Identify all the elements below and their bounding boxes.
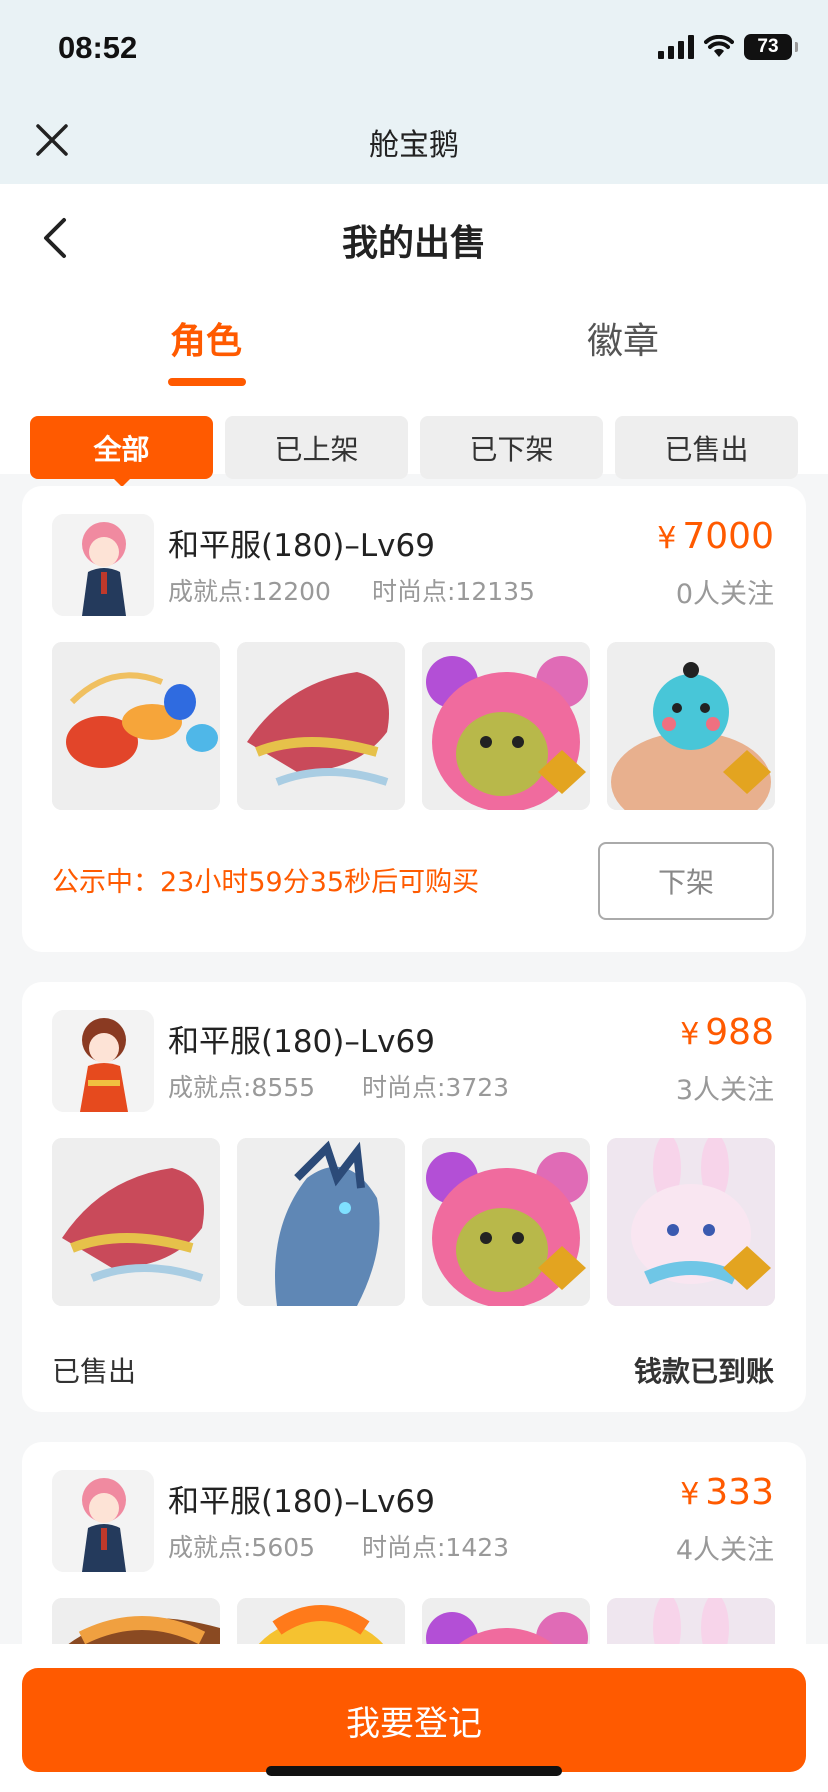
price-value: 988 <box>705 1012 774 1053</box>
bunny-pet-thumbnail[interactable] <box>607 1138 775 1306</box>
filter-delisted[interactable]: 已下架 <box>420 416 603 479</box>
listing-price: ¥7000 <box>657 516 774 557</box>
achievement-points: 成就点:5605 <box>168 1533 316 1562</box>
listing-price: ¥333 <box>680 1472 774 1513</box>
active-tab-indicator <box>168 378 246 386</box>
item-thumbnails <box>52 1138 775 1306</box>
status-time: 08:52 <box>58 30 138 65</box>
page-header: 我的出售 角色 徽章 全部 已上架 已下架 已售出 <box>0 184 828 487</box>
filter-all[interactable]: 全部 <box>30 416 213 487</box>
app-chrome: 08:52 73 舱宝鹅 <box>0 0 828 184</box>
pink-bear-pet-thumbnail[interactable] <box>422 1138 590 1306</box>
dragon-mount-thumbnail[interactable] <box>237 642 405 810</box>
blue-bird-pet-thumbnail[interactable] <box>607 642 775 810</box>
fashion-points: 时尚点:1423 <box>362 1533 510 1562</box>
dragon-mount-thumbnail[interactable] <box>52 1138 220 1306</box>
achievement-points: 成就点:12200 <box>168 577 331 606</box>
character-avatar <box>52 1010 154 1112</box>
listing-title: 和平服(180)–Lv69 <box>168 1024 435 1060</box>
currency-symbol: ¥ <box>657 521 677 556</box>
character-avatar <box>52 514 154 616</box>
goldfish-mount-thumbnail[interactable] <box>52 642 220 810</box>
listing-price: ¥988 <box>680 1012 774 1053</box>
filter-sold[interactable]: 已售出 <box>615 416 798 479</box>
battery-icon: 73 <box>744 34 798 60</box>
public-notice-countdown: 公示中：23小时59分35秒后可购买 <box>52 867 480 898</box>
payment-status: 钱款已到账 <box>633 1355 774 1388</box>
fashion-points: 时尚点:12135 <box>372 577 535 606</box>
sold-status: 已售出 <box>52 1355 137 1388</box>
listing-title: 和平服(180)–Lv69 <box>168 1484 435 1520</box>
signal-icon <box>658 35 694 59</box>
mini-app-title: 舱宝鹅 <box>369 128 459 163</box>
price-value: 7000 <box>682 516 774 557</box>
price-value: 333 <box>705 1472 774 1513</box>
pink-bear-pet-thumbnail[interactable] <box>422 642 590 810</box>
ice-horse-mount-thumbnail[interactable] <box>237 1138 405 1306</box>
battery-level: 73 <box>757 36 779 57</box>
fashion-points: 时尚点:3723 <box>362 1073 510 1102</box>
page-title: 我的出售 <box>341 223 486 264</box>
follower-count: 0人关注 <box>675 579 774 610</box>
follower-count: 4人关注 <box>675 1535 774 1566</box>
character-avatar <box>52 1470 154 1572</box>
currency-symbol: ¥ <box>680 1477 700 1512</box>
listing-title: 和平服(180)–Lv69 <box>168 528 435 564</box>
tab-badge[interactable]: 徽章 <box>587 312 659 364</box>
home-indicator[interactable] <box>266 1766 562 1776</box>
wifi-icon <box>704 35 734 57</box>
follower-count: 3人关注 <box>675 1075 774 1106</box>
achievement-points: 成就点:8555 <box>168 1073 316 1102</box>
tab-role[interactable]: 角色 <box>170 312 242 364</box>
filter-listed[interactable]: 已上架 <box>225 416 408 479</box>
register-button[interactable]: 我要登记 <box>22 1668 806 1772</box>
status-icons: 73 <box>658 34 798 60</box>
currency-symbol: ¥ <box>680 1017 700 1052</box>
listing-card[interactable]: 和平服(180)–Lv69 成就点:12200 时尚点:12135 ¥7000 … <box>22 486 806 952</box>
listing-card[interactable]: 和平服(180)–Lv69 成就点:8555 时尚点:3723 ¥988 3人关… <box>22 982 806 1412</box>
delist-button[interactable]: 下架 <box>598 842 774 920</box>
item-thumbnails <box>52 642 775 810</box>
